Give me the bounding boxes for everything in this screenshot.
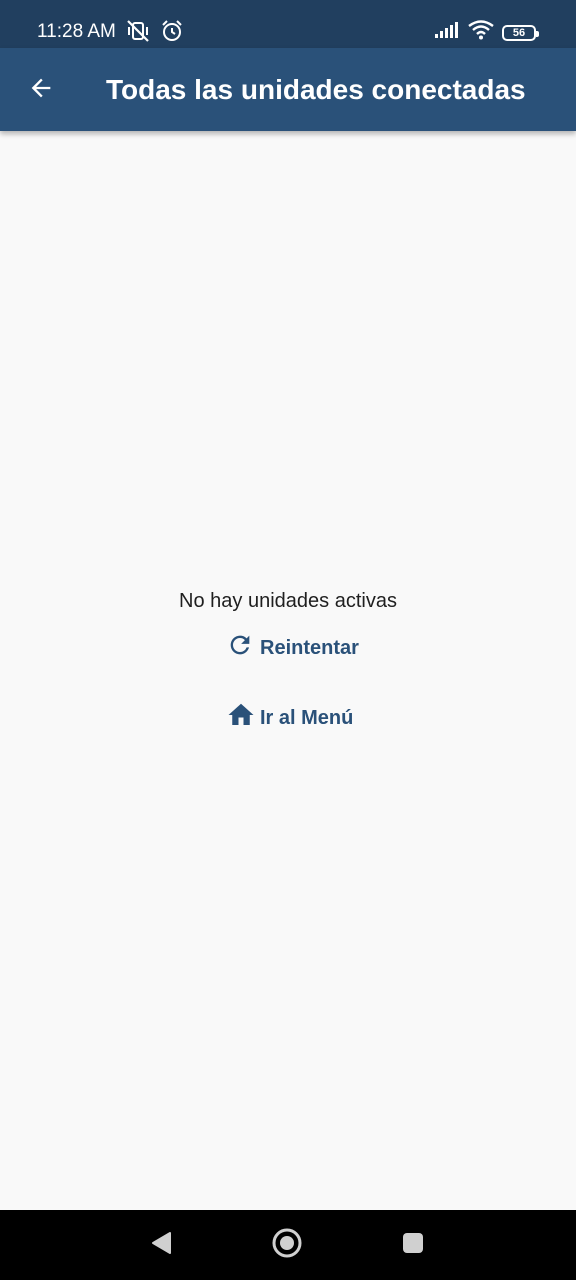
- arrow-back-icon: [27, 74, 55, 107]
- status-bar: 11:28 AM 56: [0, 0, 576, 48]
- recents-square-icon: [401, 1231, 425, 1260]
- go-to-menu-button[interactable]: Ir al Menú: [226, 701, 353, 735]
- signal-icon: [434, 21, 460, 44]
- status-right-icons: 56: [434, 20, 539, 45]
- alarm-icon: [160, 19, 184, 48]
- main-content: No hay unidades activas Reintentar Ir al…: [0, 131, 576, 1210]
- nav-recents-button[interactable]: [398, 1230, 428, 1260]
- retry-button[interactable]: Reintentar: [226, 631, 359, 665]
- back-button[interactable]: [22, 71, 60, 109]
- menu-label: Ir al Menú: [260, 706, 354, 729]
- app-bar: Todas las unidades conectadas: [0, 48, 576, 131]
- retry-label: Reintentar: [260, 636, 359, 659]
- battery-level: 56: [512, 26, 526, 39]
- status-time: 11:28 AM: [37, 21, 116, 42]
- empty-state-message: No hay unidades activas: [179, 590, 397, 612]
- back-triangle-icon: [150, 1231, 172, 1260]
- mute-vibrate-icon: [126, 19, 152, 48]
- nav-home-button[interactable]: [272, 1228, 302, 1263]
- refresh-icon: [226, 631, 254, 665]
- battery-icon: 56: [502, 24, 539, 41]
- system-nav-bar: [0, 1210, 576, 1280]
- page-title: Todas las unidades conectadas: [106, 74, 526, 105]
- home-icon: [226, 700, 256, 736]
- status-left-icons: [126, 19, 184, 48]
- wifi-icon: [468, 20, 494, 45]
- nav-back-button[interactable]: [146, 1230, 176, 1260]
- home-circle-icon: [272, 1228, 302, 1263]
